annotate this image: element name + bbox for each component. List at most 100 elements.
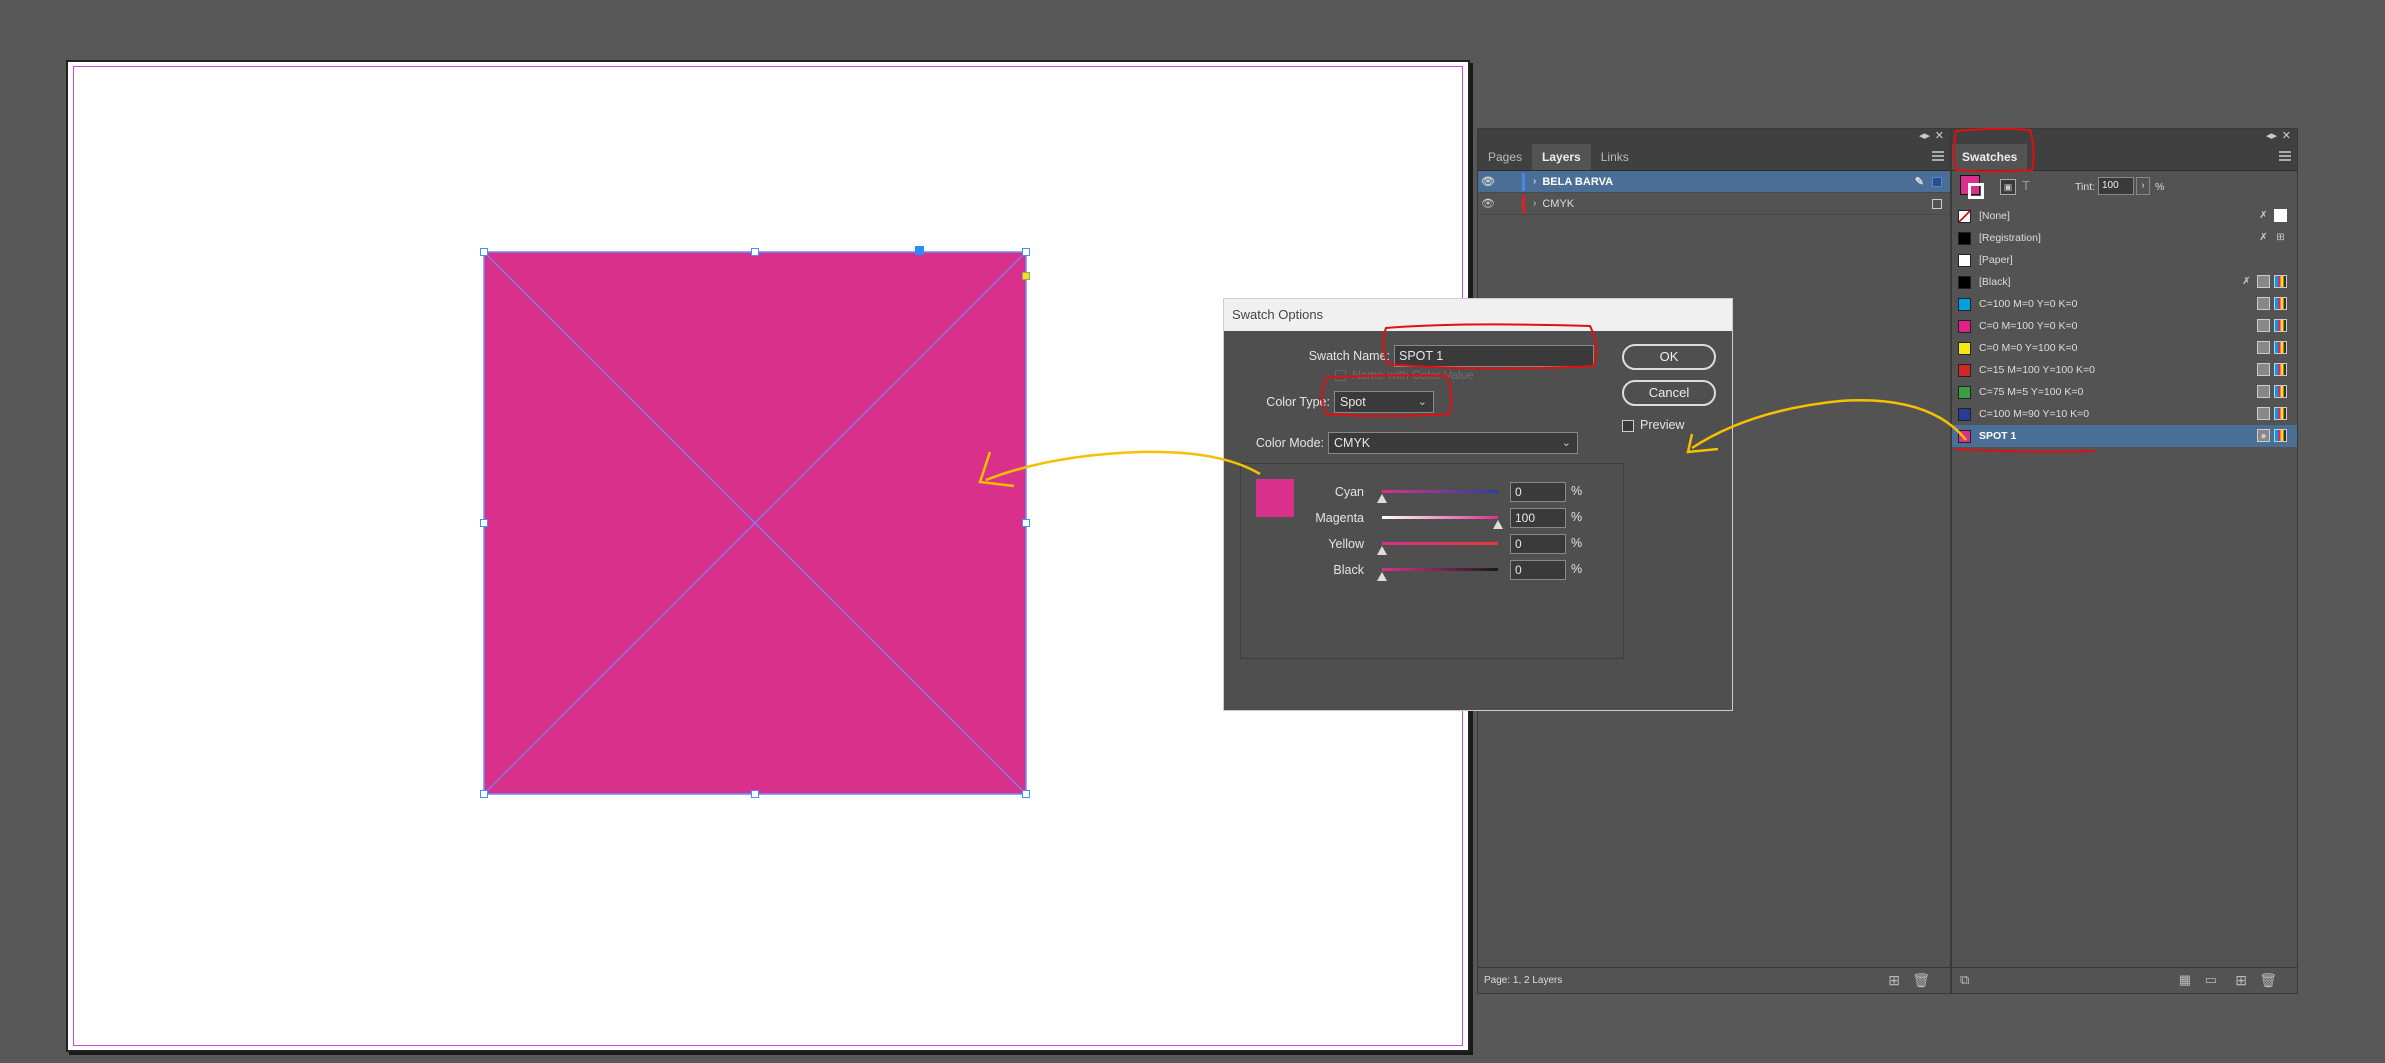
swatch-name: C=100 M=90 Y=10 K=0 xyxy=(1979,408,2090,420)
tint-arrow-icon[interactable]: › xyxy=(2136,177,2150,195)
formatting-text-icon[interactable]: T xyxy=(2022,178,2030,193)
preview-checkbox[interactable] xyxy=(1622,420,1634,432)
cmyk-icon xyxy=(2274,407,2287,420)
slider-thumb[interactable] xyxy=(1377,546,1387,555)
swatch-icons xyxy=(2257,407,2287,420)
none-icon xyxy=(2274,209,2287,222)
swatch-row[interactable]: C=0 M=100 Y=0 K=0 xyxy=(1952,315,2297,337)
swatch-row[interactable]: C=75 M=5 Y=100 K=0 xyxy=(1952,381,2297,403)
layer-row[interactable]: 👁 › CMYK xyxy=(1478,193,1950,215)
new-swatch-icon[interactable]: ⊞ xyxy=(2235,972,2247,989)
slider-track[interactable] xyxy=(1382,568,1498,571)
swatch-color-chip xyxy=(1958,209,1971,223)
tab-links[interactable]: Links xyxy=(1591,144,1639,170)
expand-arrow-icon[interactable]: › xyxy=(1533,198,1536,209)
layers-footer-text: Page: 1, 2 Layers xyxy=(1484,975,1563,986)
channel-value-input[interactable]: 100 xyxy=(1510,508,1566,528)
name-with-color-value-checkbox[interactable] xyxy=(1335,370,1346,381)
slider-row-yellow: Yellow 0% xyxy=(1244,534,1624,558)
slider-thumb[interactable] xyxy=(1377,494,1387,503)
color-mode-select[interactable]: CMYK ⌄ xyxy=(1328,432,1578,454)
color-type-select[interactable]: Spot ⌄ xyxy=(1334,391,1434,413)
tint-unit: % xyxy=(2155,181,2165,193)
content-grabber-handle[interactable] xyxy=(915,246,924,255)
registration-icon: ⊞ xyxy=(2276,232,2285,243)
selection-handle[interactable] xyxy=(1022,790,1030,798)
tab-swatches[interactable]: Swatches xyxy=(1952,144,2028,170)
selection-handle[interactable] xyxy=(1022,519,1030,527)
close-icon[interactable]: ✕ xyxy=(1935,129,1944,142)
ok-button[interactable]: OK xyxy=(1622,344,1716,370)
swatch-row[interactable]: C=15 M=100 Y=100 K=0 xyxy=(1952,359,2297,381)
trash-icon[interactable]: 🗑 xyxy=(1912,972,1930,989)
panel-menu-icon[interactable] xyxy=(1932,151,1944,161)
swatch-name: C=0 M=0 Y=100 K=0 xyxy=(1979,342,2078,354)
collapse-icon[interactable]: ◂▸ xyxy=(1919,129,1930,142)
swatch-row[interactable]: [Registration] ✗ ⊞ xyxy=(1952,227,2297,249)
swatch-row[interactable]: [None] ✗ xyxy=(1952,205,2297,227)
slider-thumb[interactable] xyxy=(1493,520,1503,529)
swatches-panel: ◂▸ ✕ Swatches ▣ T Tint: 100 › % [None] ✗[… xyxy=(1951,128,2298,994)
swatch-name-input[interactable]: SPOT 1 xyxy=(1394,345,1594,367)
new-color-group-icon[interactable]: ▭ xyxy=(2205,972,2217,988)
visibility-eye-icon[interactable]: 👁 xyxy=(1478,197,1498,210)
cmyk-icon xyxy=(2274,319,2287,332)
tint-label: Tint: xyxy=(2075,181,2096,193)
trash-icon[interactable]: 🗑 xyxy=(2259,972,2277,989)
selection-handle[interactable] xyxy=(480,248,488,256)
tint-input[interactable]: 100 xyxy=(2098,177,2134,195)
swatch-icons xyxy=(2257,385,2287,398)
swatch-row[interactable]: [Black] ✗ xyxy=(1952,271,2297,293)
slider-track[interactable] xyxy=(1382,542,1498,545)
collapse-icon[interactable]: ◂▸ xyxy=(2266,129,2277,142)
layer-name: CMYK xyxy=(1542,197,1575,210)
show-options-icon[interactable]: ⧉ xyxy=(1960,972,1969,988)
channel-label: Yellow xyxy=(1328,537,1364,551)
cancel-button[interactable]: Cancel xyxy=(1622,380,1716,406)
swatch-icons xyxy=(2257,297,2287,310)
swatch-name: [Registration] xyxy=(1979,232,2041,244)
tab-layers[interactable]: Layers xyxy=(1532,144,1591,170)
selection-handle[interactable] xyxy=(480,790,488,798)
selection-handle[interactable] xyxy=(1022,248,1030,256)
layer-target-icon[interactable] xyxy=(1932,199,1942,209)
swatch-name: C=75 M=5 Y=100 K=0 xyxy=(1979,386,2084,398)
no-edit-icon: ✗ xyxy=(2259,232,2268,243)
swatch-list: [None] ✗ [Registration] ✗ ⊞ [Paper] [Black] ✗ C=… xyxy=(1952,205,2297,447)
visibility-eye-icon[interactable]: 👁 xyxy=(1478,175,1498,188)
swatch-row[interactable]: C=100 M=0 Y=0 K=0 xyxy=(1952,293,2297,315)
swatch-icons: ✗ xyxy=(2240,275,2287,288)
cmyk-sliders: Cyan 0% Magenta 100% Yellow 0% Black 0% xyxy=(1244,482,1624,592)
layer-target-icon[interactable] xyxy=(1932,177,1942,187)
layer-row[interactable]: 👁 › BELA BARVA ✎ xyxy=(1478,171,1950,193)
stroke-color-icon[interactable] xyxy=(1968,183,1984,199)
layer-name: BELA BARVA xyxy=(1542,175,1614,188)
slider-thumb[interactable] xyxy=(1377,572,1387,581)
slider-row-black: Black 0% xyxy=(1244,560,1624,584)
cmyk-icon xyxy=(2274,385,2287,398)
swatch-row[interactable]: C=100 M=90 Y=10 K=0 xyxy=(1952,403,2297,425)
channel-value-input[interactable]: 0 xyxy=(1510,482,1566,502)
selection-handle[interactable] xyxy=(480,519,488,527)
panel-menu-icon[interactable] xyxy=(2279,151,2291,161)
close-icon[interactable]: ✕ xyxy=(2282,129,2291,142)
selection-handle[interactable] xyxy=(751,248,759,256)
selection-handle[interactable] xyxy=(751,790,759,798)
formatting-container-icon[interactable]: ▣ xyxy=(2000,179,2016,195)
swatch-row[interactable]: [Paper] xyxy=(1952,249,2297,271)
corner-options-handle[interactable] xyxy=(1022,272,1030,280)
tab-pages[interactable]: Pages xyxy=(1478,144,1532,170)
swatch-name: [Black] xyxy=(1979,276,2011,288)
slider-track[interactable] xyxy=(1382,516,1498,519)
swatch-color-chip xyxy=(1958,231,1971,245)
slider-track[interactable] xyxy=(1382,490,1498,493)
swatch-row[interactable]: SPOT 1 ● xyxy=(1952,425,2297,447)
channel-value-input[interactable]: 0 xyxy=(1510,534,1566,554)
swatch-name: C=100 M=0 Y=0 K=0 xyxy=(1979,298,2078,310)
expand-arrow-icon[interactable]: › xyxy=(1533,176,1536,187)
channel-value-input[interactable]: 0 xyxy=(1510,560,1566,580)
rectangle-frame[interactable] xyxy=(480,246,1030,798)
new-layer-icon[interactable]: ⊞ xyxy=(1888,972,1900,989)
swatch-row[interactable]: C=0 M=0 Y=100 K=0 xyxy=(1952,337,2297,359)
swatch-views-icon[interactable]: ▦ xyxy=(2179,972,2191,988)
